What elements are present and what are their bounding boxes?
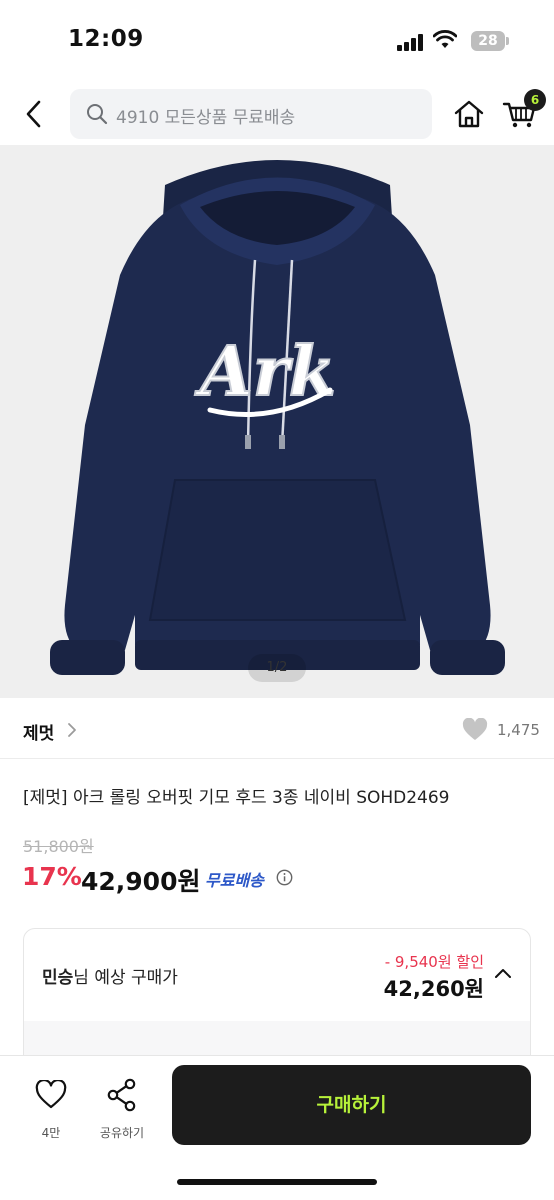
brand-row[interactable]: 제멋 1,475 [0, 700, 554, 760]
cart-count-badge: 6 [524, 89, 546, 111]
like-button-label: 4만 [41, 1126, 61, 1140]
home-indicator [177, 1179, 377, 1185]
brand-name[interactable]: 제멋 [23, 719, 54, 744]
divider [0, 758, 554, 759]
like-count: 1,475 [497, 721, 540, 739]
back-icon[interactable] [22, 98, 46, 130]
expected-discount: - 9,540원 할인 [384, 953, 484, 971]
buy-button[interactable]: 구매하기 [172, 1065, 531, 1145]
label-suffix: 님 예상 구매가 [73, 968, 178, 988]
hoodie-illustration: Ark [50, 160, 505, 675]
battery-icon: 28 [471, 31, 505, 51]
user-name: 민승 [42, 968, 74, 988]
status-bar: 12:09 28 [0, 0, 554, 78]
expected-price: 42,260원 [383, 977, 484, 1001]
expected-price-card[interactable]: 민승님 예상 구매가 - 9,540원 할인 42,260원 [23, 928, 531, 1068]
search-icon [87, 104, 108, 125]
home-icon[interactable] [453, 99, 485, 129]
share-icon [107, 1078, 136, 1112]
image-counter: 1/2 [248, 654, 306, 682]
share-button-label: 공유하기 [99, 1126, 145, 1140]
battery-tip [506, 37, 509, 45]
original-price: 51,800원 [23, 837, 94, 856]
search-placeholder: 4910 모든상품 무료배송 [116, 108, 296, 128]
like-button[interactable]: 4만 [28, 1074, 74, 1142]
wifi-icon [433, 30, 457, 48]
product-image[interactable]: Ark [0, 145, 554, 698]
info-icon[interactable] [276, 869, 293, 886]
chevron-up-icon[interactable] [494, 967, 512, 979]
chevron-right-icon [68, 723, 76, 737]
free-shipping-badge: 무료배송 [205, 871, 264, 890]
top-header: 4910 모든상품 무료배송 6 [0, 84, 554, 144]
signal-icon [397, 33, 425, 51]
expected-price-label: 민승님 예상 구매가 [42, 963, 178, 988]
status-time: 12:09 [68, 26, 144, 52]
share-button[interactable]: 공유하기 [93, 1074, 151, 1142]
heart-outline-icon [35, 1080, 67, 1109]
sale-price: 42,900원 [81, 867, 201, 896]
product-title: [제멋] 아크 롤링 오버핏 기모 후드 3종 네이비 SOHD2469 [23, 788, 450, 808]
discount-rate: 17% [22, 862, 82, 891]
search-input[interactable]: 4910 모든상품 무료배송 [70, 89, 432, 139]
heart-icon[interactable] [462, 718, 488, 742]
